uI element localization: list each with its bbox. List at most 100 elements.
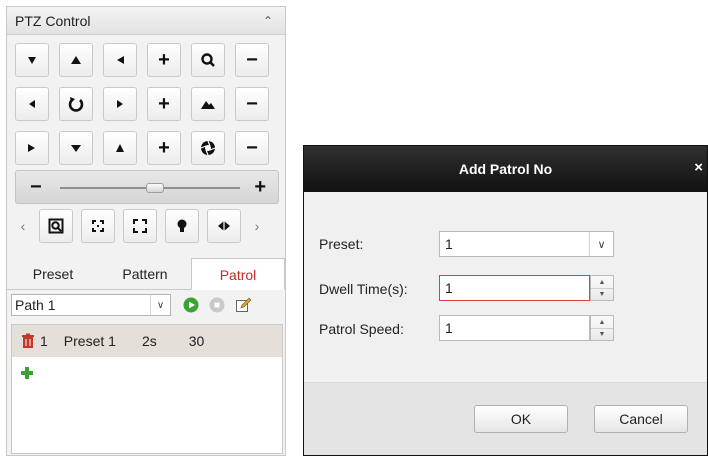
ok-button[interactable]: OK (474, 405, 568, 433)
arrow-up-button[interactable] (59, 43, 93, 77)
dwell-time-value: 1 (445, 280, 453, 296)
stop-icon (209, 297, 225, 313)
arrow-up-right-button[interactable] (103, 43, 137, 77)
chevron-down-icon[interactable]: ∨ (589, 232, 613, 256)
plus-icon: + (158, 49, 170, 71)
preset-select[interactable]: 1 ∨ (439, 231, 614, 257)
stop-button[interactable] (209, 297, 225, 313)
edit-icon (236, 297, 251, 312)
iris-minus-button[interactable]: − (235, 131, 269, 165)
edit-button[interactable] (235, 297, 251, 313)
arrow-down-left-icon (28, 144, 35, 152)
path-select[interactable]: Path 1 ∨ (11, 294, 171, 316)
iris-plus-button[interactable]: + (147, 131, 181, 165)
ptz-tabs: Preset Pattern Patrol (7, 258, 285, 290)
arrow-up-left-icon (28, 57, 36, 64)
arrow-up-left-button[interactable] (15, 43, 49, 77)
dwell-time-stepper[interactable]: ▲ ▼ (590, 275, 614, 301)
zoom-out-button[interactable]: − (235, 43, 269, 77)
arrow-left-button[interactable] (15, 87, 49, 121)
speed-slider-thumb[interactable] (146, 183, 164, 193)
arrow-down-button[interactable] (59, 131, 93, 165)
close-icon[interactable]: × (694, 159, 703, 176)
arrow-up-right-icon (117, 56, 124, 64)
ptz-control-panel: PTZ Control ⌃ + − + − + − − + ‹ › Preset… (6, 6, 286, 456)
light-button[interactable] (165, 209, 199, 243)
fullscreen-icon (133, 219, 147, 233)
speed-slider: − + (15, 170, 279, 204)
zoom-button[interactable] (191, 43, 225, 77)
play-button[interactable] (183, 297, 199, 313)
fullscreen-button[interactable] (123, 209, 157, 243)
patrol-speed-label: Patrol Speed: (319, 321, 404, 337)
wiper-icon (218, 219, 230, 233)
minus-icon: − (246, 93, 258, 115)
stepper-up-icon[interactable]: ▲ (591, 316, 613, 328)
delete-icon[interactable] (20, 333, 36, 349)
arrow-left-icon (29, 100, 35, 108)
ptz-header: PTZ Control ⌃ (7, 7, 285, 35)
dwell-time-label: Dwell Time(s): (319, 281, 408, 297)
play-icon (183, 297, 199, 313)
path-toolbar: Path 1 ∨ (7, 292, 285, 318)
auto-rotate-button[interactable] (59, 87, 93, 121)
wiper-button[interactable] (207, 209, 241, 243)
patrol-speed: 30 (188, 333, 205, 349)
chevron-right-icon[interactable]: › (249, 207, 265, 245)
arrow-down-icon (71, 145, 81, 152)
arrow-right-button[interactable] (103, 87, 137, 121)
focus-minus-button[interactable]: − (235, 87, 269, 121)
table-row[interactable]: 1 Preset 1 2s 30 (12, 325, 282, 357)
patrol-preset: Preset 1 (63, 333, 116, 349)
tab-pattern[interactable]: Pattern (99, 258, 191, 289)
3d-zoom-button[interactable] (39, 209, 73, 243)
arrow-down-left-button[interactable] (15, 131, 49, 165)
dialog-title: Add Patrol No (458, 161, 553, 177)
tab-patrol[interactable]: Patrol (191, 258, 285, 290)
center-button[interactable] (81, 209, 115, 243)
arrow-right-icon (117, 100, 123, 108)
preset-value: 1 (445, 236, 453, 252)
focus-button[interactable] (191, 87, 225, 121)
center-icon (92, 220, 104, 232)
focus-icon (201, 101, 215, 109)
zoom-in-button[interactable]: + (147, 43, 181, 77)
patrol-speed-value: 1 (445, 320, 453, 336)
patrol-speed-input[interactable]: 1 (439, 315, 590, 341)
focus-plus-button[interactable]: + (147, 87, 181, 121)
tab-preset[interactable]: Preset (7, 258, 99, 289)
minus-icon: − (246, 49, 258, 71)
chevron-down-icon: ∨ (150, 295, 170, 315)
speed-decrease-button[interactable]: − (30, 177, 42, 197)
dwell-time-input[interactable]: 1 (439, 275, 590, 301)
3d-zoom-icon (48, 218, 64, 234)
speed-increase-button[interactable]: + (254, 177, 266, 197)
plus-icon: + (158, 93, 170, 115)
add-patrol-dialog: Add Patrol No × Preset: 1 ∨ Dwell Time(s… (303, 145, 708, 456)
chevron-up-icon[interactable]: ⌃ (263, 14, 273, 28)
patrol-speed-stepper[interactable]: ▲ ▼ (590, 315, 614, 341)
preset-label: Preset: (319, 236, 364, 252)
ptz-tools-bar: ‹ › (15, 207, 279, 245)
ptz-title: PTZ Control (15, 12, 91, 29)
cancel-button[interactable]: Cancel (594, 405, 688, 433)
dialog-header: Add Patrol No × (304, 146, 707, 192)
path-select-value: Path 1 (15, 297, 56, 313)
patrol-dwell: 2s (141, 333, 157, 349)
add-icon[interactable] (20, 366, 34, 380)
iris-button[interactable] (191, 131, 225, 165)
add-row (12, 357, 282, 389)
arrow-down-right-button[interactable] (103, 131, 137, 165)
stepper-up-icon[interactable]: ▲ (591, 276, 613, 288)
zoom-icon (201, 53, 215, 67)
light-icon (177, 219, 187, 232)
arrow-down-right-icon (116, 144, 124, 152)
auto-rotate-icon (68, 97, 84, 112)
stepper-down-icon[interactable]: ▼ (591, 288, 613, 300)
stepper-down-icon[interactable]: ▼ (591, 328, 613, 340)
arrow-up-icon (71, 56, 81, 64)
chevron-left-icon[interactable]: ‹ (15, 207, 31, 245)
patrol-no: 1 (40, 333, 48, 349)
ptz-button-grid: + − + − + − (15, 43, 269, 165)
patrol-list: 1 Preset 1 2s 30 (11, 324, 283, 454)
